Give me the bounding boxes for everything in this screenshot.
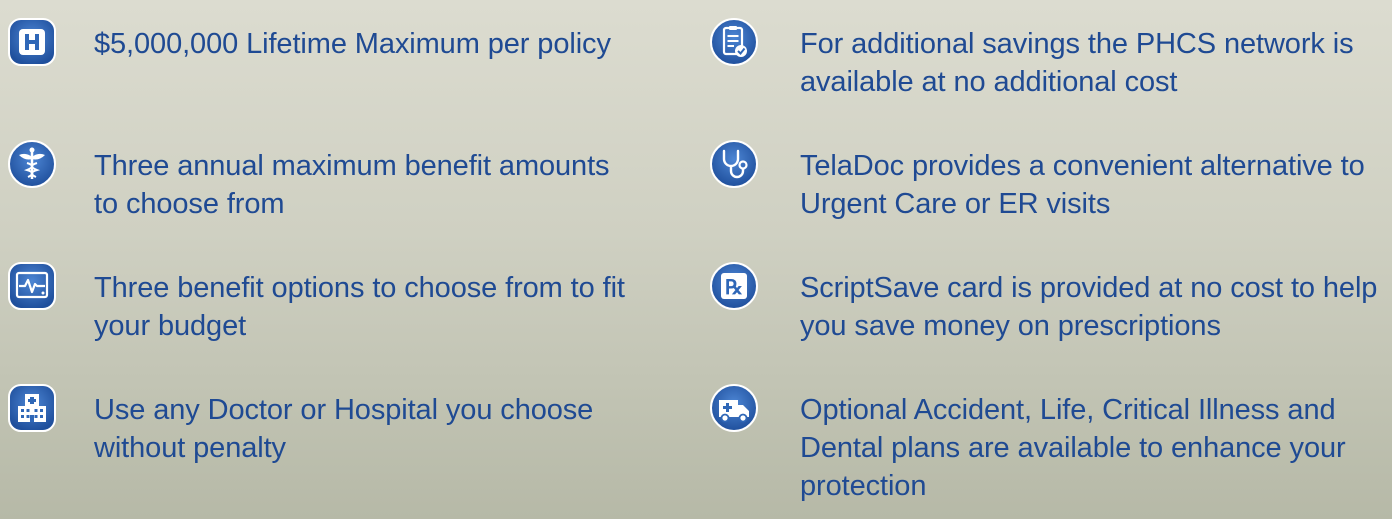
hospital-h-icon [6, 16, 58, 68]
feature-phcs-network: For additional savings the PHCS network … [708, 18, 1390, 101]
feature-optional-plans: Optional Accident, Life, Critical Illnes… [708, 384, 1390, 505]
feature-text: ScriptSave card is provided at no cost t… [800, 272, 1378, 342]
svg-text:℞: ℞ [725, 275, 743, 299]
feature-text: Three annual maximum benefit amounts to … [94, 150, 610, 220]
feature-scriptsave: ℞ ScriptSave card is provided at no cost… [708, 262, 1390, 345]
feature-text: $5,000,000 Lifetime Maximum per policy [94, 28, 611, 60]
feature-teladoc: TelaDoc provides a convenient alternativ… [708, 140, 1390, 223]
hospital-building-icon [6, 382, 58, 434]
heart-monitor-icon [6, 260, 58, 312]
caduceus-icon [6, 138, 58, 190]
feature-annual-maximum: Three annual maximum benefit amounts to … [6, 140, 634, 223]
feature-benefit-options: Three benefit options to choose from to … [6, 262, 634, 345]
feature-lifetime-maximum: $5,000,000 Lifetime Maximum per policy [6, 18, 634, 68]
ambulance-icon [708, 382, 760, 434]
feature-text: TelaDoc provides a convenient alternativ… [800, 150, 1365, 220]
stethoscope-icon [708, 138, 760, 190]
feature-text: For additional savings the PHCS network … [800, 28, 1354, 98]
feature-text: Use any Doctor or Hospital you choose wi… [94, 394, 594, 464]
feature-any-doctor: Use any Doctor or Hospital you choose wi… [6, 384, 634, 467]
feature-text: Three benefit options to choose from to … [94, 272, 625, 342]
clipboard-check-icon [708, 16, 760, 68]
feature-text: Optional Accident, Life, Critical Illnes… [800, 394, 1346, 502]
prescription-rx-icon: ℞ [708, 260, 760, 312]
